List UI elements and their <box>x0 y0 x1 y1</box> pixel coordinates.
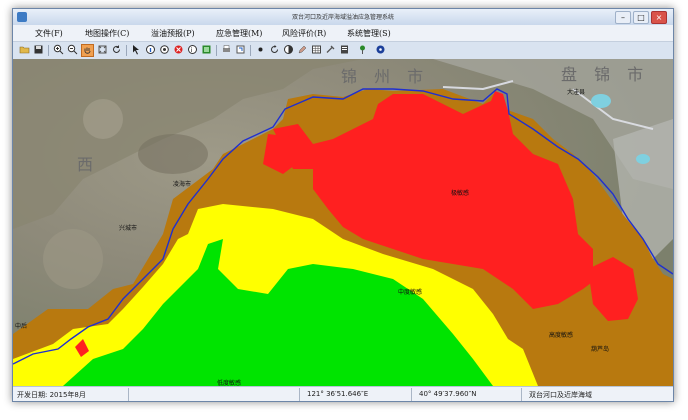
zone-label-extreme: 极敏感 <box>451 190 470 197</box>
query-icon[interactable]: i <box>187 44 198 55</box>
place-label-linghai: 凌海市 <box>173 181 192 188</box>
menu-bar: 文件(F) 地图操作(C) 溢油预报(P) 应急管理(M) 风险评价(R) 系统… <box>13 25 673 42</box>
table-icon[interactable] <box>311 44 322 55</box>
open-icon[interactable] <box>19 44 30 55</box>
menu-file[interactable]: 文件(F) <box>35 28 63 39</box>
app-window: 双台河口及近岸海域溢油应急管理系统 – □ × 文件(F) 地图操作(C) 溢油… <box>12 8 674 402</box>
place-label-zhonghou: 中后 <box>15 323 28 330</box>
zone-label-high: 高度敏感 <box>549 332 574 339</box>
save-icon[interactable] <box>33 44 44 55</box>
zoom-out-icon[interactable] <box>67 44 78 55</box>
layer-icon[interactable] <box>159 44 170 55</box>
maximize-button[interactable]: □ <box>633 11 649 24</box>
city-label-west: 西 <box>77 155 100 174</box>
identify-icon[interactable] <box>145 44 156 55</box>
place-label-huludao: 葫芦岛 <box>591 346 610 353</box>
tool-icon[interactable] <box>325 44 336 55</box>
menu-map-operation[interactable]: 地图操作(C) <box>85 28 129 39</box>
status-bar: 开发日期: 2015年8月 121° 36′51.646″E 40° 49′37… <box>13 386 673 401</box>
menu-risk-assessment[interactable]: 风险评价(R) <box>282 28 326 39</box>
place-label-dawa: 大洼县 <box>567 89 586 96</box>
pin-icon[interactable] <box>357 44 368 55</box>
city-label-panjin: 盘 锦 市 <box>561 65 650 84</box>
pan-hand-icon[interactable] <box>81 44 94 57</box>
report-icon[interactable] <box>339 44 350 55</box>
zone-label-medium: 中度敏感 <box>398 289 423 296</box>
toolbar: i <box>13 42 673 60</box>
city-label-jinzhou: 锦 州 市 <box>341 67 430 86</box>
draw-point-icon[interactable] <box>255 44 266 55</box>
close-button[interactable]: × <box>651 11 667 24</box>
legend-icon[interactable] <box>201 44 212 55</box>
minimize-button[interactable]: – <box>615 11 631 24</box>
rotate-icon[interactable] <box>269 44 280 55</box>
status-dev-date: 开发日期: 2015年8月 <box>17 391 86 399</box>
refresh-icon[interactable] <box>111 44 122 55</box>
map-view[interactable]: 锦 州 市 盘 锦 市 西 大洼县 凌海市 兴城市 中后 葫芦岛 极敏感 中度敏… <box>13 59 673 386</box>
title-bar: 双台河口及近岸海域溢油应急管理系统 – □ × <box>13 9 673 25</box>
zoom-in-icon[interactable] <box>53 44 64 55</box>
edit-icon[interactable] <box>297 44 308 55</box>
menu-oil-forecast[interactable]: 溢油预报(P) <box>151 28 195 39</box>
status-longitude: 121° 36′51.646″E <box>307 390 369 398</box>
status-latitude: 40° 49′37.960″N <box>419 390 477 398</box>
full-extent-icon[interactable] <box>97 44 108 55</box>
sensitivity-map <box>13 59 673 386</box>
select-arrow-icon[interactable] <box>131 44 142 55</box>
print-icon[interactable] <box>221 44 232 55</box>
place-label-xingcheng: 兴城市 <box>119 225 138 232</box>
measure-icon[interactable] <box>283 44 294 55</box>
menu-system[interactable]: 系统管理(S) <box>347 28 391 39</box>
export-icon[interactable] <box>235 44 246 55</box>
delete-icon[interactable] <box>173 44 184 55</box>
zone-label-low: 低度敏感 <box>217 380 242 386</box>
window-title: 双台河口及近岸海域溢油应急管理系统 <box>291 14 394 21</box>
help-icon[interactable] <box>375 44 386 55</box>
status-region: 双台河口及近岸海域 <box>529 391 592 399</box>
menu-emergency[interactable]: 应急管理(M) <box>216 28 262 39</box>
